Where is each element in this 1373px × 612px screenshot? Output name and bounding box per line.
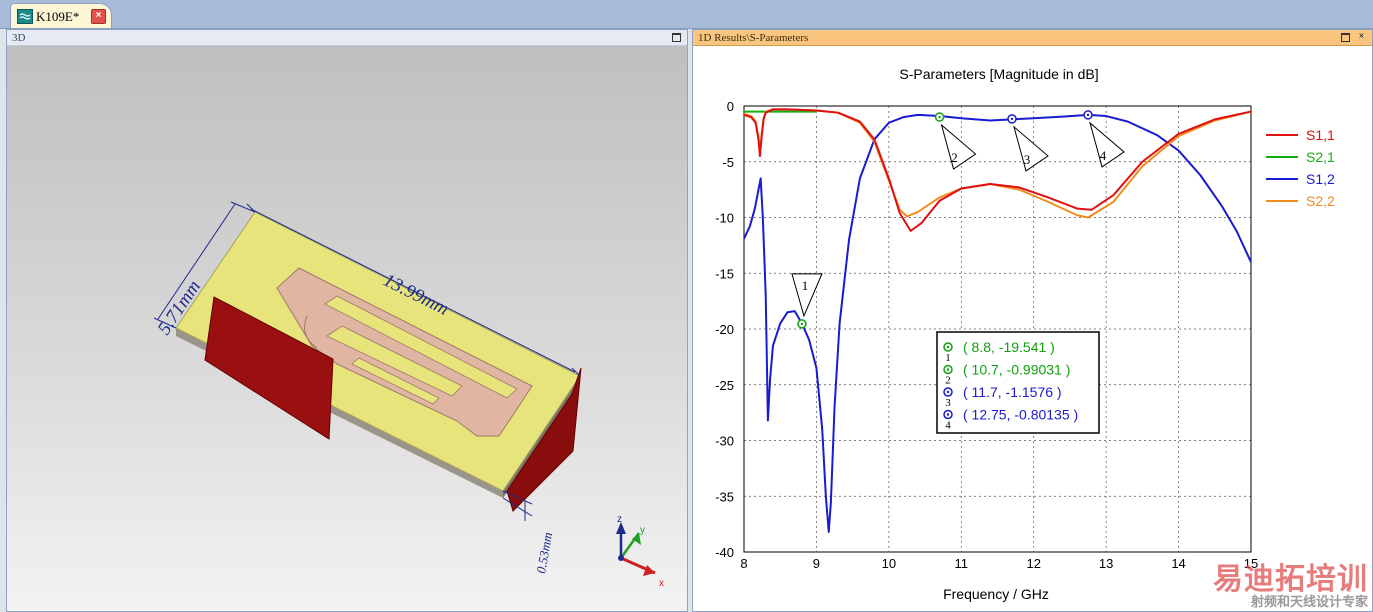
marker-callout-2 — [940, 123, 977, 170]
close-icon[interactable]: × — [1357, 32, 1366, 42]
series-line-S2-2 — [743, 108, 1252, 219]
marker-callout-4 — [1089, 121, 1125, 168]
x-tick-label: 14 — [1171, 556, 1185, 571]
dimension-thickness-label: 0.53mm — [533, 531, 555, 575]
chart-grid — [743, 105, 1252, 553]
marker-callout-label-4: 4 — [1100, 148, 1107, 163]
marker-point-dot-4 — [1086, 113, 1090, 117]
watermark: 易迪拓培训 射频和天线设计专家 — [1213, 565, 1368, 609]
chart-series — [743, 108, 1252, 533]
legend-label-S2-2: S2,2 — [1306, 193, 1335, 209]
readout-value-2: ( 10.7, -0.99031 ) — [963, 362, 1070, 378]
legend-label-S2-1: S2,1 — [1306, 149, 1335, 165]
y-tick-label: -10 — [715, 211, 734, 226]
legend-label-S1-2: S1,2 — [1306, 171, 1335, 187]
readout-marker-dot-2 — [946, 368, 950, 371]
panel-3d: 3D 13.99mm 5.71mm 0.53mm y z x — [6, 29, 688, 612]
series-line-S1-1 — [743, 108, 1252, 232]
y-tick-label: -25 — [715, 378, 734, 393]
x-axis-label: Frequency / GHz — [943, 586, 1049, 602]
chart-markers: 1 2 3 4 — [791, 110, 1125, 329]
readout-marker-dot-3 — [946, 390, 950, 394]
y-tick-label: -30 — [715, 434, 734, 449]
y-tick-label: 0 — [727, 99, 734, 114]
document-tab-label: K109E* — [36, 9, 80, 24]
panel-1d-results: 1D Results\S-Parameters × S-Parameters [… — [692, 29, 1373, 612]
panel-3d-title: 3D — [12, 32, 26, 44]
s-parameter-chart[interactable]: S-Parameters [Magnitude in dB] Frequency… — [693, 46, 1372, 611]
readout-value-1: ( 8.8, -19.541 ) — [963, 339, 1055, 355]
readout-value-4: ( 12.75, -0.80135 ) — [963, 407, 1078, 423]
readout-value-3: ( 11.7, -1.1576 ) — [963, 384, 1062, 400]
x-tick-label: 10 — [882, 556, 896, 571]
marker-callout-3 — [1013, 125, 1049, 172]
chart-title: S-Parameters [Magnitude in dB] — [899, 66, 1098, 82]
marker-callout-label-1: 1 — [802, 278, 809, 293]
readout-marker-id-1: 1 — [945, 352, 951, 364]
marker-point-dot-3 — [1010, 117, 1014, 121]
legend-label-S1-1: S1,1 — [1306, 127, 1335, 143]
y-tick-label: -20 — [715, 322, 734, 337]
x-tick-label: 9 — [813, 556, 820, 571]
x-tick-label: 12 — [1026, 556, 1040, 571]
y-tick-label: -40 — [715, 545, 734, 560]
s-parameter-chart-area[interactable]: S-Parameters [Magnitude in dB] Frequency… — [693, 46, 1372, 611]
x-tick-label: 13 — [1099, 556, 1113, 571]
axis-z-label: z — [617, 514, 622, 525]
y-tick-label: -5 — [722, 155, 734, 170]
readout-marker-id-3: 3 — [945, 397, 951, 409]
app-icon — [17, 9, 33, 24]
axis-triad: y z x — [616, 514, 664, 589]
readout-marker-dot-4 — [946, 413, 950, 416]
maximize-icon[interactable] — [672, 33, 681, 42]
x-tick-label: 11 — [955, 556, 969, 571]
panel-1d-titlebar: 1D Results\S-Parameters × — [693, 30, 1372, 46]
marker-point-dot-2 — [938, 115, 941, 119]
antenna-3d-model: 13.99mm 5.71mm 0.53mm y z x — [154, 201, 664, 589]
readout-marker-id-4: 4 — [945, 420, 951, 432]
tab-close-icon[interactable]: × — [91, 9, 106, 24]
document-tab-strip: K109E* × — [0, 0, 1373, 29]
marker-callout-label-3: 3 — [1024, 152, 1031, 167]
x-tick-label: 8 — [740, 556, 747, 571]
readout-marker-dot-1 — [946, 345, 950, 349]
axis-x-label: x — [659, 578, 664, 589]
marker-callout-label-2: 2 — [951, 150, 958, 165]
panel-3d-titlebar: 3D — [7, 30, 687, 46]
y-tick-label: -35 — [715, 489, 734, 504]
maximize-icon[interactable] — [1341, 33, 1350, 42]
marker-point-dot-1 — [800, 322, 804, 326]
panel-1d-title: 1D Results\S-Parameters — [698, 32, 809, 44]
series-line-S1-2 — [743, 113, 1252, 533]
marker-readout-box: 1 ( 8.8, -19.541 ) 2 ( 10.7, -0.99031 ) 3 ( 1… — [936, 331, 1100, 434]
readout-marker-id-2: 2 — [945, 375, 951, 387]
axis-y-label: y — [640, 525, 645, 536]
document-tab[interactable]: K109E* × — [10, 3, 112, 28]
watermark-sub: 射频和天线设计专家 — [1250, 594, 1368, 609]
y-tick-label: -15 — [715, 266, 734, 281]
3d-viewport[interactable]: 13.99mm 5.71mm 0.53mm y z x — [7, 46, 687, 611]
chart-legend: S1,1 S2,1 S1,2 S2,2 — [1266, 127, 1335, 209]
watermark-main: 易迪拓培训 — [1213, 563, 1368, 596]
